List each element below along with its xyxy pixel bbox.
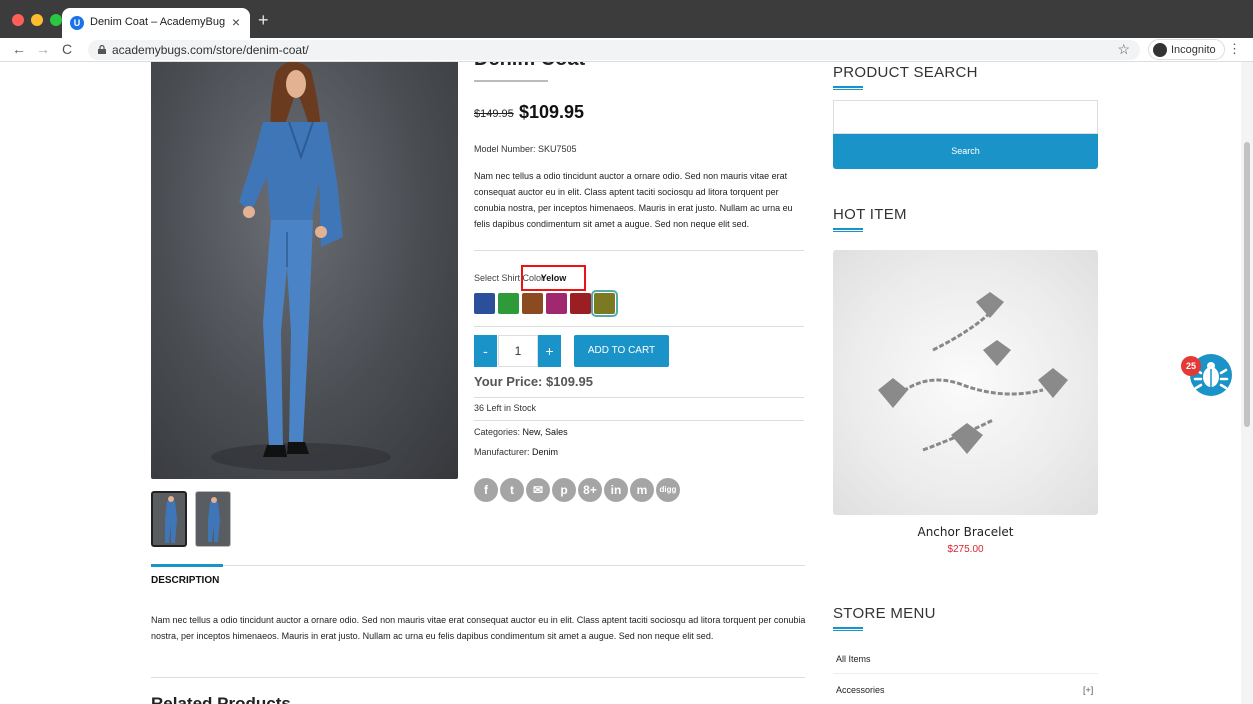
manufacturer-link[interactable]: Denim [532, 447, 558, 457]
product-search-input[interactable] [833, 100, 1098, 134]
product-title: Denim Coat [474, 62, 585, 71]
thumbnail-1[interactable] [151, 491, 187, 547]
categories: Categories: New, Sales [474, 427, 568, 437]
incognito-label: Incognito [1171, 43, 1216, 56]
thumbnail-2[interactable] [195, 491, 231, 547]
maximize-window-button[interactable] [50, 14, 62, 26]
expand-accessories-icon[interactable]: [+] [1083, 685, 1093, 695]
url-text: academybugs.com/store/denim-coat/ [112, 43, 309, 57]
bug-count-badge: 25 [1181, 356, 1201, 376]
divider [833, 673, 1098, 674]
store-menu-title: STORE MENU [833, 605, 936, 622]
reload-icon[interactable]: C [62, 41, 72, 57]
back-icon[interactable]: ← [12, 41, 26, 57]
incognito-icon [1153, 42, 1167, 57]
color-swatch[interactable] [498, 293, 519, 314]
page-scrollbar[interactable] [1241, 62, 1253, 704]
quantity-increase-button[interactable]: + [538, 335, 561, 367]
product-search-title: PRODUCT SEARCH [833, 64, 978, 81]
product-main-image[interactable] [151, 62, 458, 479]
thumbnail-2-illustration [208, 497, 220, 542]
categories-label: Categories: [474, 427, 521, 437]
minimize-window-button[interactable] [31, 14, 43, 26]
title-underline [833, 627, 863, 631]
related-products-heading: Related Products [151, 694, 291, 704]
incognito-indicator[interactable]: Incognito [1148, 39, 1225, 60]
google-plus-icon[interactable]: 8+ [578, 478, 602, 502]
digg-icon[interactable]: digg [656, 478, 680, 502]
hot-item-title: HOT ITEM [833, 206, 907, 223]
short-description: Nam nec tellus a odio tincidunt auctor a… [474, 171, 793, 229]
title-underline [833, 86, 863, 90]
address-bar[interactable]: academybugs.com/store/denim-coat/ ☆ [88, 40, 1140, 60]
twitter-icon[interactable]: t [500, 478, 524, 502]
hot-item-image[interactable] [833, 250, 1098, 515]
title-underline [833, 228, 863, 232]
active-tab-indicator [151, 564, 223, 567]
categories-links[interactable]: New, Sales [523, 427, 568, 437]
color-swatch[interactable] [570, 293, 591, 314]
lock-icon [98, 45, 106, 54]
pinterest-icon[interactable]: p [552, 478, 576, 502]
bookmark-star-icon[interactable]: ☆ [1117, 41, 1130, 58]
manufacturer: Manufacturer: Denim [474, 447, 558, 457]
selected-color-value: Yelow [521, 265, 586, 291]
hot-item-name[interactable]: Anchor Bracelet [833, 525, 1098, 539]
search-button[interactable]: Search [833, 134, 1098, 169]
denim-model-illustration [211, 62, 391, 471]
hot-item-price: $275.00 [947, 544, 984, 555]
linkedin-icon[interactable]: in [604, 478, 628, 502]
tab-title: Denim Coat – AcademyBugs.co [90, 16, 225, 28]
facebook-icon[interactable]: f [474, 478, 498, 502]
tabs-divider [151, 565, 805, 566]
color-swatch[interactable] [591, 290, 618, 317]
browser-tab[interactable]: U Denim Coat – AcademyBugs.co × [62, 8, 250, 38]
divider [474, 397, 804, 398]
browser-menu-icon[interactable]: ⋮ [1228, 41, 1241, 57]
quantity-input[interactable]: 1 [498, 335, 538, 367]
add-to-cart-button[interactable]: ADD TO CART [574, 335, 669, 367]
thumbnail-1-illustration [165, 496, 177, 543]
email-icon[interactable]: ✉ [526, 478, 550, 502]
forward-icon[interactable]: → [36, 41, 50, 57]
close-tab-icon[interactable]: × [232, 14, 240, 30]
browser-tab-bar: U Denim Coat – AcademyBugs.co × + [0, 0, 1253, 38]
manufacturer-label: Manufacturer: [474, 447, 530, 457]
scrollbar-thumb[interactable] [1244, 142, 1250, 427]
divider [474, 250, 804, 251]
divider [474, 420, 804, 421]
divider [151, 677, 805, 678]
color-swatches [474, 290, 618, 317]
stock-status: 36 Left in Stock [474, 403, 537, 413]
color-swatch[interactable] [546, 293, 567, 314]
new-tab-icon[interactable]: + [258, 10, 269, 31]
browser-toolbar: ← → C academybugs.com/store/denim-coat/ … [0, 38, 1253, 62]
bracelet-illustration [878, 292, 1068, 454]
model-number: Model Number: SKU7505 [474, 144, 577, 154]
social-share-icons: f t ✉ p 8+ in m digg [474, 478, 680, 502]
description-body: Nam nec tellus a odio tincidunt auctor a… [151, 615, 806, 641]
myspace-icon[interactable]: m [630, 478, 654, 502]
quantity-decrease-button[interactable]: - [474, 335, 497, 367]
menu-item-accessories[interactable]: Accessories [836, 685, 885, 695]
close-window-button[interactable] [12, 14, 24, 26]
color-swatch[interactable] [522, 293, 543, 314]
favicon-icon: U [70, 16, 84, 30]
tab-description[interactable]: DESCRIPTION [151, 575, 219, 586]
color-swatch[interactable] [474, 293, 495, 314]
title-divider [474, 80, 548, 82]
divider [474, 326, 804, 327]
your-price: Your Price: $109.95 [474, 374, 593, 389]
sale-price: $109.95 [519, 102, 585, 122]
old-price: $149.95 [474, 108, 514, 120]
menu-item-all-items[interactable]: All Items [836, 654, 871, 664]
page-viewport: Denim Coat $149.95 $109.95 Model Number:… [0, 62, 1253, 704]
